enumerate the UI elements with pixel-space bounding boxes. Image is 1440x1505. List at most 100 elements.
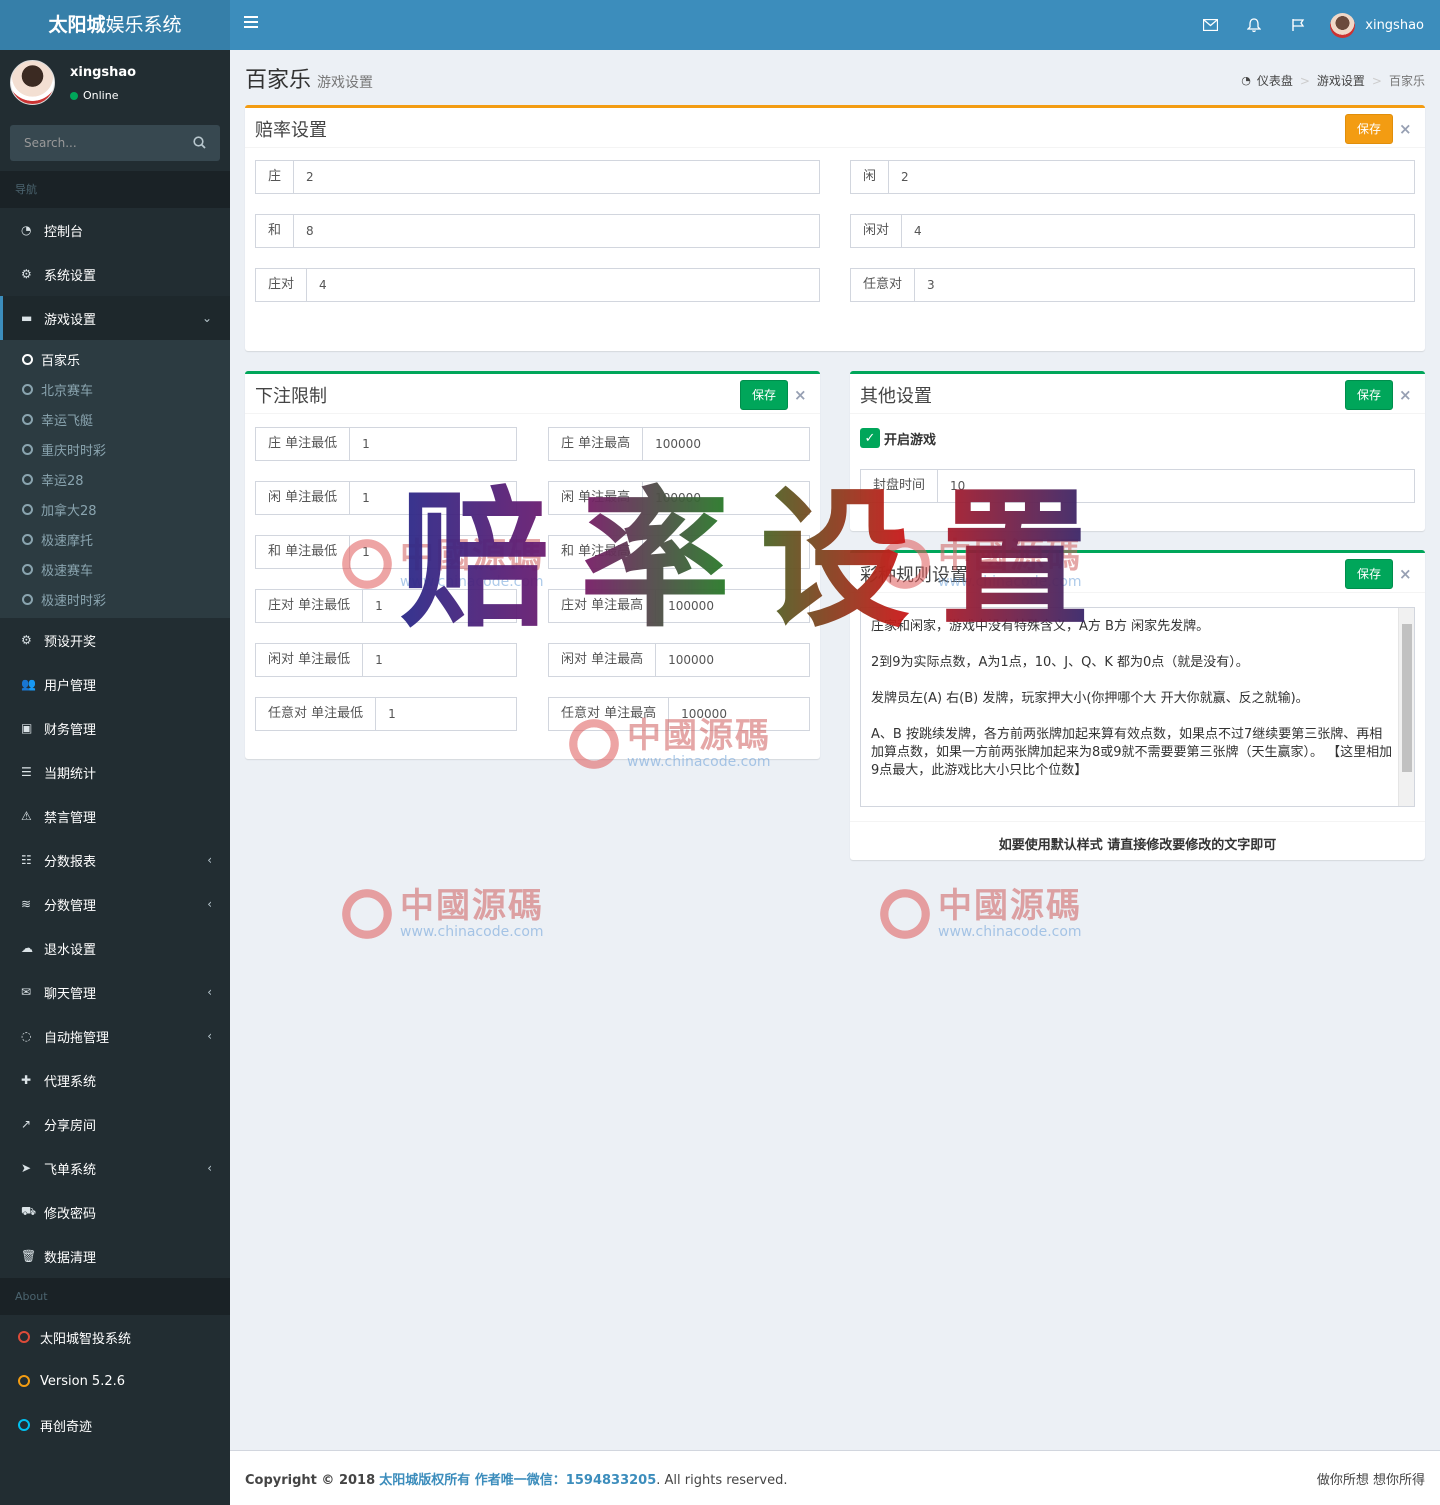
circle-icon	[22, 593, 33, 605]
sidebar-item-period-stats[interactable]: ☰ 当期统计	[0, 750, 230, 794]
sidebar-item-agent[interactable]: ✚ 代理系统	[0, 1058, 230, 1102]
circle-icon	[22, 503, 33, 515]
limit-max-field[interactable]: 庄对 单注最高 100000	[548, 589, 810, 623]
paper-plane-icon: ➤	[21, 1161, 32, 1175]
sidebar-item-preset-draw[interactable]: ⚙ 预设开奖	[0, 618, 230, 662]
sidebar-item-rebate[interactable]: ☁ 退水设置	[0, 926, 230, 970]
sidebar-toggle-icon[interactable]	[244, 16, 258, 34]
odds-tie-field[interactable]: 和8	[255, 214, 820, 248]
chevron-left-icon: ‹	[207, 853, 212, 867]
money-icon: ▣	[21, 721, 33, 735]
envelope-icon[interactable]	[1188, 0, 1232, 50]
odds-save-button[interactable]: 保存	[1345, 114, 1394, 144]
submenu-item-baccarat[interactable]: 百家乐	[0, 344, 230, 374]
warning-icon: ⚠	[21, 809, 32, 823]
sidebar-item-data-clean[interactable]: 🗑 数据清理	[0, 1234, 230, 1278]
cloud-download-icon: ☁	[21, 941, 33, 955]
check-icon: ✓	[860, 428, 880, 448]
circle-icon	[18, 1331, 30, 1343]
submenu-item-chongqing[interactable]: 重庆时时彩	[0, 434, 230, 464]
submenu-item-speed-moto[interactable]: 极速摩托	[0, 524, 230, 554]
close-icon[interactable]: ×	[1399, 565, 1412, 583]
watermark-logo: 中國源碼 www.chinacode.com	[876, 885, 1082, 943]
submenu-item-canada28[interactable]: 加拿大28	[0, 494, 230, 524]
sidebar-item-dashboard[interactable]: ◔ 控制台	[0, 208, 230, 252]
circle-icon	[18, 1375, 30, 1387]
limit-max-field[interactable]: 闲对 单注最高 100000	[548, 643, 810, 677]
about-item-system[interactable]: 太阳城智投系统	[0, 1315, 230, 1359]
other-save-button[interactable]: 保存	[1345, 380, 1394, 410]
chevron-left-icon: ‹	[207, 1161, 212, 1175]
content-header: 百家乐 游戏设置	[245, 62, 373, 94]
limit-min-field[interactable]: 任意对 单注最低 1	[255, 697, 517, 731]
odds-player-field[interactable]: 闲2	[850, 160, 1415, 194]
limits-save-button[interactable]: 保存	[740, 380, 789, 410]
footer-owner-link[interactable]: 太阳城版权所有 作者唯一微信：1594833205	[379, 1473, 656, 1488]
search-icon[interactable]	[193, 136, 206, 153]
limit-max-field[interactable]: 庄 单注最高 100000	[548, 427, 810, 461]
circle-icon	[22, 443, 33, 455]
rules-save-button[interactable]: 保存	[1345, 559, 1394, 589]
about-item-version[interactable]: Version 5.2.6	[0, 1359, 230, 1403]
sidebar-item-auto-bot[interactable]: ◌ 自动拖管理 ‹	[0, 1014, 230, 1058]
sidebar-item-users[interactable]: 👥 用户管理	[0, 662, 230, 706]
close-icon[interactable]: ×	[794, 386, 807, 404]
sidebar-item-chat[interactable]: ✉ 聊天管理 ‹	[0, 970, 230, 1014]
odds-player-pair-field[interactable]: 闲对 4	[850, 214, 1415, 248]
sidebar-item-change-password[interactable]: ⛟ 修改密码	[0, 1190, 230, 1234]
limit-min-field[interactable]: 闲对 单注最低 1	[255, 643, 517, 677]
rules-textarea[interactable]: 庄家和闲家，游戏中没有特殊含义，A方 B方 闲家先发牌。 2到9为实际点数，A为…	[860, 607, 1415, 807]
odds-banker-pair-field[interactable]: 庄对 4	[255, 268, 820, 302]
comments-icon: ✉	[21, 985, 32, 999]
submenu-item-beijing-racing[interactable]: 北京赛车	[0, 374, 230, 404]
submenu-item-speed-ssc[interactable]: 极速时时彩	[0, 584, 230, 614]
submenu-item-lucky28[interactable]: 幸运28	[0, 464, 230, 494]
sidebar-item-share-room[interactable]: ↗ 分享房间	[0, 1102, 230, 1146]
limit-min-field[interactable]: 庄 单注最低 1	[255, 427, 517, 461]
odds-banker-field[interactable]: 庄2	[255, 160, 820, 194]
close-icon[interactable]: ×	[1399, 120, 1412, 138]
circle-icon	[22, 533, 33, 545]
sidebar-item-game-settings[interactable]: ▬ 游戏设置 ⌄	[0, 296, 230, 340]
flag-icon[interactable]	[1276, 0, 1320, 50]
list-icon: ☰	[21, 765, 32, 779]
chevron-left-icon: ‹	[207, 1029, 212, 1043]
database-icon: ≋	[21, 897, 32, 911]
bet-limits-box: 下注限制 保存 × 庄 单注最低 1 庄 单注最高 100000 闲 单注最低 1 闲 单注…	[245, 371, 820, 759]
share-icon: ↗	[21, 1117, 32, 1131]
sidebar-item-score-manage[interactable]: ≋ 分数管理 ‹	[0, 882, 230, 926]
textarea-scrollbar[interactable]	[1398, 608, 1414, 806]
sidebar-item-fly-order[interactable]: ➤ 飞单系统 ‹	[0, 1146, 230, 1190]
close-time-field[interactable]: 封盘时间 10	[860, 469, 1415, 503]
user-menu[interactable]: xingshao	[1330, 12, 1424, 38]
search-input[interactable]	[10, 125, 180, 161]
rules-settings-box: 彩种规则设置 保存 × 庄家和闲家，游戏中没有特殊含义，A方 B方 闲家先发牌。…	[850, 550, 1425, 860]
commenting-icon: ◌	[21, 1029, 32, 1043]
app-logo[interactable]: 太阳城娱乐系统	[0, 0, 230, 50]
about-header: About	[0, 1278, 230, 1315]
limit-min-field[interactable]: 和 单注最低 1	[255, 535, 517, 569]
circle-icon	[22, 413, 33, 425]
sidebar-item-mute[interactable]: ⚠ 禁言管理	[0, 794, 230, 838]
limit-max-field[interactable]: 和 单注最高	[548, 535, 810, 569]
circle-icon	[22, 353, 33, 365]
submenu-item-speed-racing[interactable]: 极速赛车	[0, 554, 230, 584]
sidebar-item-score-report[interactable]: ☷ 分数报表 ‹	[0, 838, 230, 882]
odds-any-pair-field[interactable]: 任意对 3	[850, 268, 1415, 302]
close-icon[interactable]: ×	[1399, 386, 1412, 404]
limit-max-field[interactable]: 任意对 单注最高 100000	[548, 697, 810, 731]
bell-icon[interactable]	[1232, 0, 1276, 50]
breadcrumb-dashboard[interactable]: 仪表盘	[1257, 72, 1293, 89]
limit-min-field[interactable]: 庄对 单注最低 1	[255, 589, 517, 623]
limit-max-field[interactable]: 闲 单注最高 100000	[548, 481, 810, 515]
odds-box-title: 赔率设置	[255, 120, 327, 141]
enable-game-checkbox[interactable]: ✓ 开启游戏	[860, 428, 936, 448]
sidebar-item-finance[interactable]: ▣ 财务管理	[0, 706, 230, 750]
submenu-item-lucky-boat[interactable]: 幸运飞艇	[0, 404, 230, 434]
breadcrumb-game-settings[interactable]: 游戏设置	[1317, 72, 1365, 89]
footer-slogan: 做你所想 想你所得	[1316, 1473, 1425, 1488]
list-ol-icon: ☷	[21, 853, 32, 867]
about-item-miracle[interactable]: 再创奇迹	[0, 1403, 230, 1447]
sidebar-item-system-settings[interactable]: ⚙ 系统设置	[0, 252, 230, 296]
limit-min-field[interactable]: 闲 单注最低 1	[255, 481, 517, 515]
